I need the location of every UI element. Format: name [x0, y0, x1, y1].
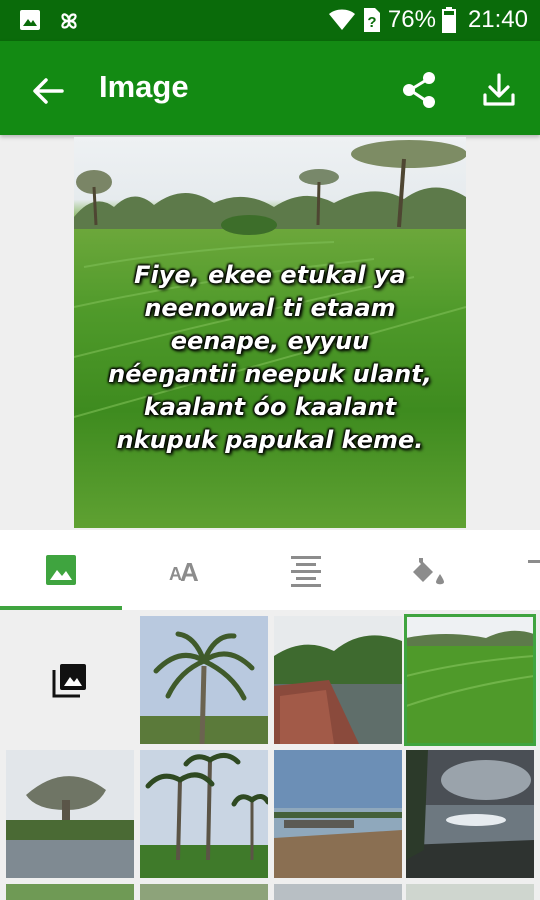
baobab-water-photo	[6, 750, 134, 878]
photo-library-icon	[52, 664, 86, 698]
image-icon	[46, 555, 76, 585]
editor-tabs: A A	[0, 530, 540, 610]
clock: 21:40	[467, 6, 528, 33]
paint-bucket-icon	[413, 558, 444, 585]
sim-unknown-icon: ?	[363, 8, 380, 32]
sunlit-water-photo	[406, 750, 534, 878]
thumbnail-row3-2[interactable]	[140, 884, 268, 900]
pinwheel-notification-icon	[61, 13, 77, 29]
download-icon[interactable]	[478, 69, 520, 111]
boat-river-photo	[274, 616, 402, 744]
thumbnail-baobab-water[interactable]	[6, 750, 134, 878]
thumbnail-river-shore[interactable]	[274, 750, 402, 878]
tab-text-align[interactable]	[244, 530, 366, 610]
text-size-icon: A A	[169, 557, 199, 586]
thumbnail-row3-3[interactable]	[274, 884, 402, 900]
tab-background-image[interactable]	[0, 530, 122, 610]
thumbnail-sunlit-water[interactable]	[406, 750, 534, 878]
thumbnail-row3-4[interactable]	[406, 884, 534, 900]
battery-icon	[441, 7, 456, 33]
status-bar: ? 76% 21:40	[0, 0, 540, 41]
thumbnail-boat-river[interactable]	[274, 616, 402, 744]
tab-text-size[interactable]: A A	[122, 530, 244, 610]
back-arrow-icon[interactable]	[28, 71, 68, 111]
tab-more-partial[interactable]	[488, 530, 540, 610]
battery-percent: 76%	[387, 6, 436, 33]
pick-from-gallery-button[interactable]	[6, 616, 134, 744]
app-bar: Image	[0, 41, 540, 135]
quote-image-preview[interactable]: Fiye, ekee etukal ya neenowal ti etaam e…	[74, 137, 466, 528]
align-center-icon	[291, 556, 321, 587]
thumbnail-rice-field[interactable]	[404, 614, 536, 746]
gallery-notification-icon	[20, 10, 40, 30]
palm-trees-photo	[140, 750, 268, 878]
palm-tree-photo	[140, 616, 268, 744]
page-title: Image	[99, 69, 189, 104]
tab-fill-color[interactable]	[366, 530, 488, 610]
quote-text: Fiye, ekee etukal ya neenowal ti etaam e…	[108, 261, 432, 454]
svg-text:?: ?	[367, 14, 376, 31]
thumbnail-palm-trees[interactable]	[140, 750, 268, 878]
svg-text:A: A	[180, 557, 199, 586]
thumbnail-palm-tree[interactable]	[140, 616, 268, 744]
wifi-icon	[328, 9, 355, 30]
river-shore-photo	[274, 750, 402, 878]
text-format-icon	[528, 560, 540, 563]
thumbnail-row3-1[interactable]	[6, 884, 134, 900]
rice-field-photo	[406, 616, 534, 744]
share-icon[interactable]	[398, 69, 440, 111]
